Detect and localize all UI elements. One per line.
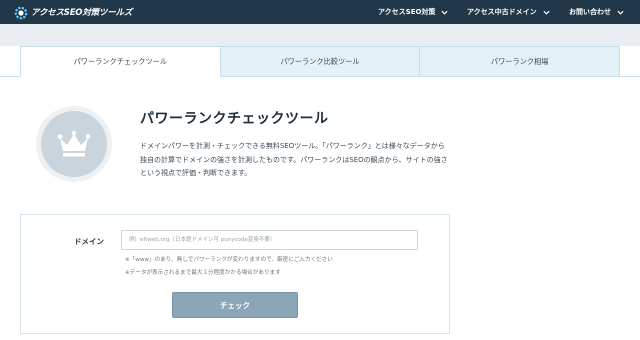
nav-contact[interactable]: お問い合わせ <box>569 0 625 24</box>
header-band <box>0 24 640 46</box>
domain-label: ドメイン <box>74 237 104 246</box>
wait-note: ※データが表示されるまで最大１分程度かかる場合があります <box>125 270 281 276</box>
chevron-down-icon <box>441 10 449 15</box>
crown-badge <box>41 111 107 177</box>
tab-power-rank-market[interactable]: パワーランク相場 <box>420 46 621 77</box>
nav-label: アクセスSEO対策 <box>378 8 436 16</box>
site-logo[interactable]: アクセスSEO対策ツールズ <box>14 4 132 20</box>
www-note: ※「www」のあり、無しでパワーランクが変わりますので、厳密にご入力ください <box>125 257 333 263</box>
domain-input[interactable] <box>121 230 418 250</box>
tab-label: パワーランクチェックツール <box>73 56 168 66</box>
top-header: アクセスSEO対策ツールズ アクセスSEO対策 アクセス中古ドメイン お問い合わ… <box>0 0 640 24</box>
tool-description: ドメインパワーを計測・チェックできる無料SEOツール。「パワーランク」とは様々な… <box>140 142 448 177</box>
page-title: パワーランクチェックツール <box>140 111 329 127</box>
tab-power-rank-compare[interactable]: パワーランク比較ツール <box>220 46 421 77</box>
tab-power-rank-check[interactable]: パワーランクチェックツール <box>20 46 221 77</box>
tool-tabs: パワーランクチェックツール パワーランク比較ツール パワーランク相場 <box>20 46 621 77</box>
crown-icon <box>57 130 91 157</box>
tab-label: パワーランク比較ツール <box>280 56 360 66</box>
chevron-down-icon <box>543 10 550 15</box>
nav-label: アクセス中古ドメイン <box>467 8 537 16</box>
logo-text: アクセスSEO対策ツールズ <box>31 8 133 18</box>
nav-label: お問い合わせ <box>569 8 611 16</box>
chevron-down-icon <box>617 10 624 15</box>
check-button[interactable]: チェック <box>172 292 298 318</box>
nav-used-domain[interactable]: アクセス中古ドメイン <box>467 0 551 24</box>
active-tab-gap <box>21 76 218 77</box>
tab-label: パワーランク相場 <box>490 56 549 66</box>
nav-access-seo[interactable]: アクセスSEO対策 <box>378 0 449 24</box>
gear-logo-icon <box>14 5 28 20</box>
